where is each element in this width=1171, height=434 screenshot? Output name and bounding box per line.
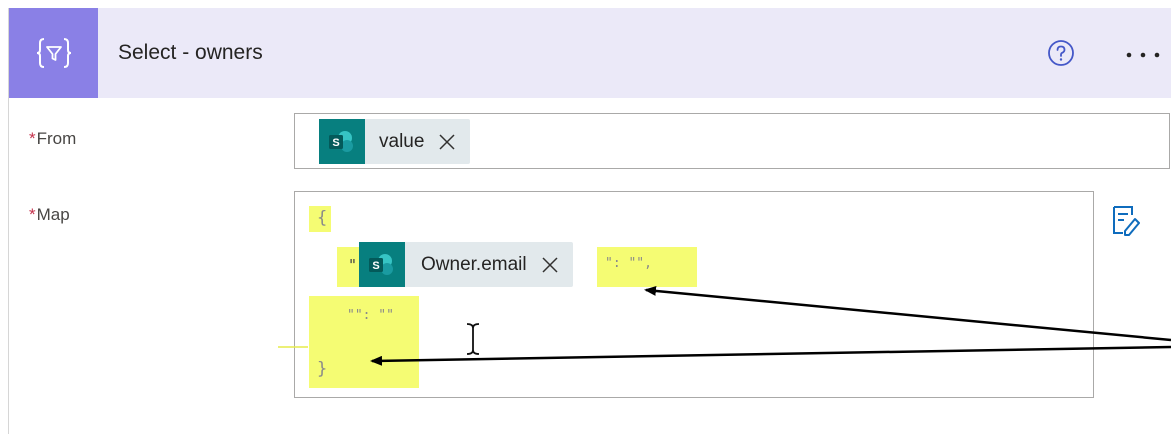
sharepoint-icon: S xyxy=(359,242,405,287)
from-label: *From xyxy=(29,129,76,149)
required-mark: * xyxy=(29,205,36,224)
map-input[interactable]: { " S Owner.email ": "", "": ""} xyxy=(294,191,1094,398)
from-token[interactable]: S value xyxy=(319,119,471,164)
map-label-text: Map xyxy=(36,205,70,224)
from-input[interactable]: S value xyxy=(294,113,1170,169)
question-circle-icon[interactable] xyxy=(1046,38,1076,68)
empty-pair-text: "": "" xyxy=(347,308,394,323)
switch-to-text-mode-icon[interactable] xyxy=(1110,204,1140,236)
action-header[interactable]: Select - owners xyxy=(9,8,1171,98)
svg-text:S: S xyxy=(372,260,379,272)
action-title[interactable]: Select - owners xyxy=(118,8,263,98)
remove-token-icon[interactable] xyxy=(537,252,563,278)
svg-text:S: S xyxy=(332,137,339,149)
map-label: *Map xyxy=(29,205,70,225)
text-cursor-icon xyxy=(463,322,483,361)
after-token-text: ": "", xyxy=(605,256,652,271)
select-data-operation-icon xyxy=(9,8,98,98)
sharepoint-icon: S xyxy=(319,119,365,164)
action-card: Select - owners *From S value *Map {" S… xyxy=(8,8,1171,434)
from-label-text: From xyxy=(36,129,77,148)
from-token-label: value xyxy=(379,130,425,152)
open-brace: { xyxy=(317,208,328,228)
ellipsis-icon[interactable] xyxy=(1121,48,1165,60)
remove-token-icon[interactable] xyxy=(434,129,460,155)
close-brace: } xyxy=(317,359,328,379)
required-mark: * xyxy=(29,129,36,148)
map-token-label: Owner.email xyxy=(421,253,527,275)
quote-open: " xyxy=(348,256,358,274)
map-token[interactable]: S Owner.email xyxy=(359,242,573,287)
